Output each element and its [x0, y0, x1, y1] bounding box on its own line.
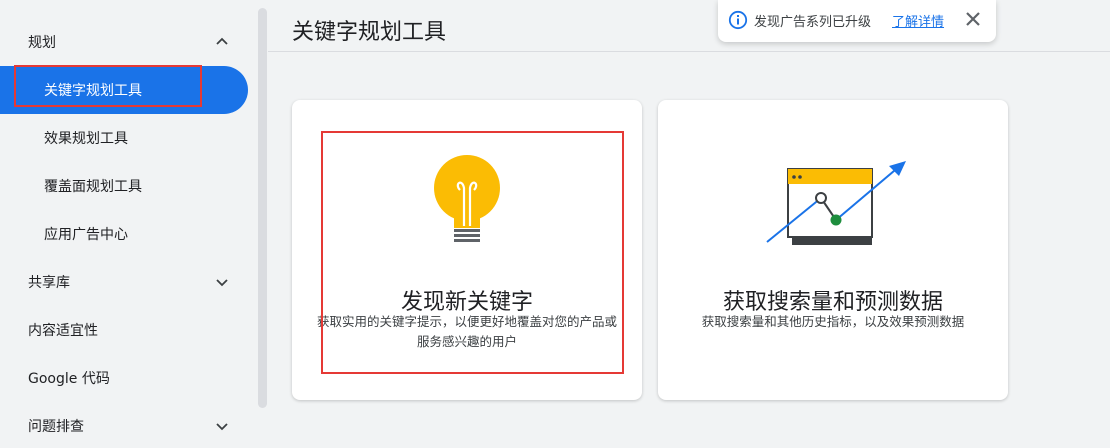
sidebar-item-label: 应用广告中心: [44, 227, 128, 243]
nav-section-label: 规划: [28, 35, 56, 51]
lightbulb-icon: [434, 155, 500, 242]
close-icon[interactable]: [962, 8, 984, 30]
nav-section-shared-library[interactable]: 共享库: [0, 258, 248, 306]
nav-section-content-suitability[interactable]: 内容适宜性: [0, 306, 248, 354]
sidebar-item-reach-planner[interactable]: 覆盖面规划工具: [0, 162, 248, 210]
nav-section-label: 共享库: [28, 275, 70, 291]
card-description: 获取实用的关键字提示，以便更好地覆盖对您的产品或服务感兴趣的用户: [316, 314, 617, 349]
chevron-up-icon: [216, 37, 228, 45]
nav-section-troubleshooting[interactable]: 问题排查: [0, 402, 248, 448]
trend-chart-icon: [766, 161, 906, 245]
sidebar-item-label: 效果规划工具: [44, 131, 128, 147]
sidebar: 规划 关键字规划工具 效果规划工具 覆盖面规划工具 应用广告中心 共享库 内容适…: [0, 0, 256, 448]
sidebar-item-keyword-planner[interactable]: 关键字规划工具: [0, 66, 248, 114]
nav-section-planning[interactable]: 规划: [0, 18, 248, 66]
page-title: 关键字规划工具: [292, 20, 447, 45]
nav-section-label: 问题排查: [28, 419, 84, 435]
chevron-down-icon: [216, 279, 228, 287]
sidebar-scrollbar[interactable]: [258, 8, 267, 408]
nav-section-label: Google 代码: [28, 371, 110, 387]
sidebar-item-app-advertising-hub[interactable]: 应用广告中心: [0, 210, 248, 258]
discover-keywords-card[interactable]: 发现新关键字 获取实用的关键字提示，以便更好地覆盖对您的产品或服务感兴趣的用户: [292, 100, 642, 400]
nav-section-google-tag[interactable]: Google 代码: [0, 354, 248, 402]
chevron-down-icon: [216, 423, 228, 431]
sidebar-item-label: 覆盖面规划工具: [44, 179, 142, 195]
nav-section-label: 内容适宜性: [28, 323, 98, 339]
sidebar-item-performance-planner[interactable]: 效果规划工具: [0, 114, 248, 162]
sidebar-item-label: 关键字规划工具: [44, 83, 142, 99]
search-volume-forecast-card[interactable]: 获取搜索量和预测数据 获取搜索量和其他历史指标，以及效果预测数据: [658, 100, 1008, 400]
notice-text: 发现广告系列已升级: [754, 15, 872, 30]
info-icon: [728, 10, 748, 30]
upgrade-notice: 发现广告系列已升级 了解详情: [718, 0, 996, 42]
card-description: 获取搜索量和其他历史指标，以及效果预测数据: [701, 314, 965, 329]
learn-more-link[interactable]: 了解详情: [892, 11, 944, 30]
